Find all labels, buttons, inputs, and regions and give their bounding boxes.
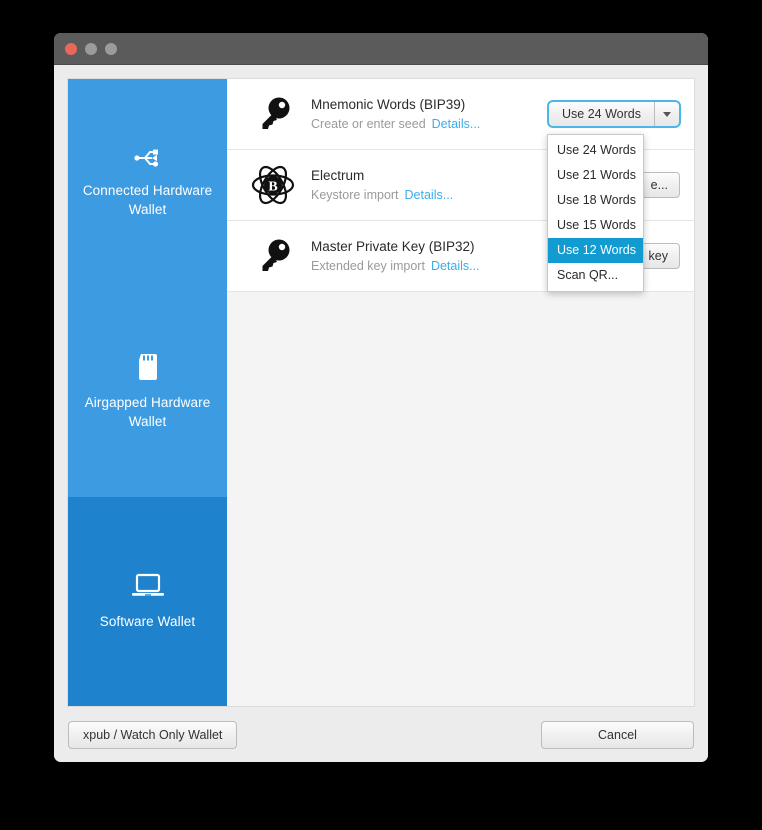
sidebar-item-label: Software Wallet xyxy=(99,613,196,629)
sidebar-item-label: Connected Hardware Wallet xyxy=(82,183,213,217)
cancel-button[interactable]: Cancel xyxy=(541,720,694,749)
row-action-area: Use 24 Words xyxy=(547,100,681,128)
details-link[interactable]: Details... xyxy=(405,188,454,202)
minimize-window-button[interactable] xyxy=(85,42,97,55)
list-item-subtitle-text: Create or enter seed xyxy=(311,117,426,131)
menu-item-use-21-words[interactable]: Use 21 Words xyxy=(548,163,643,188)
wallet-import-list: Mnemonic Words (BIP39) Create or enter s… xyxy=(227,79,694,706)
sidebar-item-connected-hardware-wallet[interactable]: Connected Hardware Wallet xyxy=(68,79,227,288)
window-body: Connected Hardware Wallet Airgapped Hard… xyxy=(54,65,708,762)
xpub-watch-only-wallet-button[interactable]: xpub / Watch Only Wallet xyxy=(68,720,238,749)
close-window-button[interactable] xyxy=(65,42,77,55)
svg-text:B: B xyxy=(268,180,277,195)
details-link[interactable]: Details... xyxy=(432,117,481,131)
list-item-subtitle-text: Keystore import xyxy=(311,188,399,202)
menu-item-use-15-words[interactable]: Use 15 Words xyxy=(548,213,643,238)
menu-item-use-24-words[interactable]: Use 24 Words xyxy=(548,138,643,163)
dialog-footer: xpub / Watch Only Wallet Cancel xyxy=(67,707,695,762)
key-icon xyxy=(247,236,299,276)
word-count-button-label[interactable]: Use 24 Words xyxy=(548,101,654,127)
laptop-icon xyxy=(131,573,165,599)
details-link[interactable]: Details... xyxy=(431,259,480,273)
list-item-text: Mnemonic Words (BIP39) Create or enter s… xyxy=(299,97,548,131)
list-item-subtitle-text: Extended key import xyxy=(311,259,425,273)
menu-item-scan-qr[interactable]: Scan QR... xyxy=(548,263,643,288)
menu-item-use-12-words[interactable]: Use 12 Words xyxy=(548,238,643,263)
window-titlebar xyxy=(54,33,708,65)
word-count-split-button[interactable]: Use 24 Words xyxy=(547,100,681,128)
list-item-title: Mnemonic Words (BIP39) xyxy=(311,97,466,112)
sidebar-item-software-wallet[interactable]: Software Wallet xyxy=(68,497,227,706)
row-action-area: e... xyxy=(638,172,680,198)
main-split-pane: Connected Hardware Wallet Airgapped Hard… xyxy=(67,78,695,707)
word-count-dropdown-menu[interactable]: Use 24 Words Use 21 Words Use 18 Words U… xyxy=(547,134,644,292)
chevron-down-icon xyxy=(663,111,671,117)
wallet-type-sidebar: Connected Hardware Wallet Airgapped Hard… xyxy=(68,79,227,706)
app-window: Connected Hardware Wallet Airgapped Hard… xyxy=(54,33,708,762)
list-item-subtitle: Create or enter seed Details... xyxy=(311,117,548,131)
usb-icon xyxy=(133,148,163,168)
word-count-dropdown-toggle[interactable] xyxy=(654,101,680,127)
electrum-import-button[interactable]: e... xyxy=(638,172,680,198)
sidebar-item-airgapped-hardware-wallet[interactable]: Airgapped Hardware Wallet xyxy=(68,288,227,497)
electrum-atom-icon: B xyxy=(247,163,299,207)
menu-item-use-18-words[interactable]: Use 18 Words xyxy=(548,188,643,213)
maximize-window-button[interactable] xyxy=(105,42,117,55)
sidebar-item-label: Airgapped Hardware Wallet xyxy=(84,395,211,429)
key-icon xyxy=(247,94,299,134)
sdcard-icon xyxy=(137,354,159,380)
